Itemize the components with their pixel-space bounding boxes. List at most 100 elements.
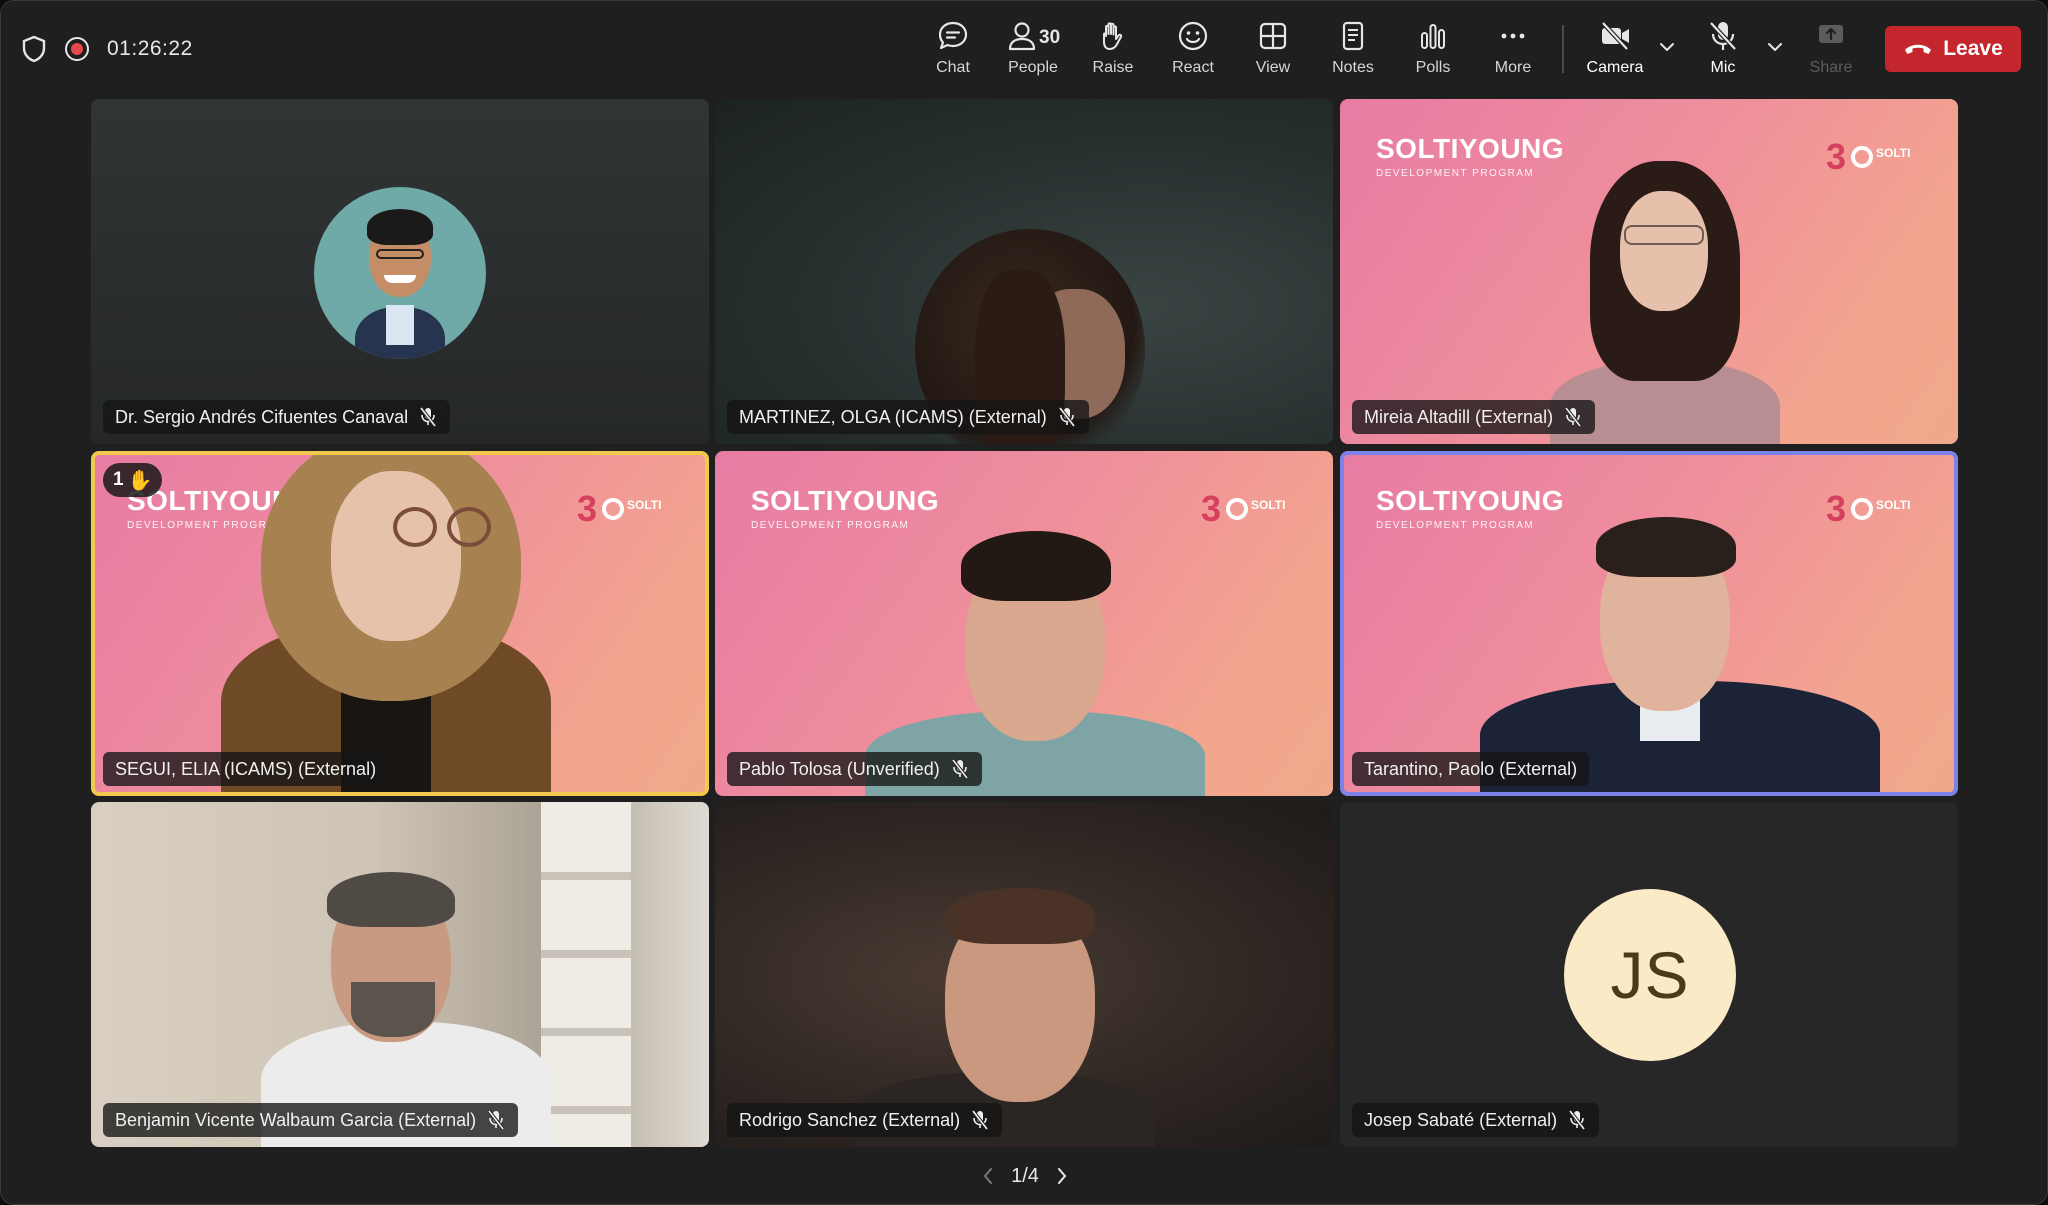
more-label: More bbox=[1494, 59, 1532, 76]
more-dots-icon bbox=[1501, 33, 1525, 39]
raised-hand-count: 1 bbox=[113, 469, 124, 490]
person-icon bbox=[1008, 22, 1036, 51]
participant-name: SEGUI, ELIA (ICAMS) (External) bbox=[115, 758, 377, 779]
soltiyoung-logo: SOLTIYOUNG DEVELOPMENT PROGRAM bbox=[751, 485, 940, 531]
participant-name: MARTINEZ, OLGA (ICAMS) (External) bbox=[739, 406, 1047, 427]
participant-name-tag: Mireia Altadill (External) bbox=[1352, 400, 1596, 434]
chevron-left-icon[interactable] bbox=[981, 1166, 995, 1186]
chat-label: Chat bbox=[936, 59, 970, 76]
raised-hand-icon: ✋ bbox=[127, 469, 153, 492]
share-screen-icon bbox=[1819, 25, 1843, 43]
raise-hand-button[interactable]: Raise bbox=[1075, 19, 1151, 83]
participant-tile[interactable]: SOLTIYOUNG DEVELOPMENT PROGRAM 3 SOLTI M… bbox=[1340, 99, 1958, 444]
hand-icon bbox=[1103, 22, 1123, 50]
participant-name: Dr. Sergio Andrés Cifuentes Canaval bbox=[115, 406, 409, 427]
people-count: 30 bbox=[1039, 27, 1061, 48]
soltiyoung-logo: SOLTIYOUNG DEVELOPMENT PROGRAM bbox=[1376, 133, 1565, 179]
camera-button[interactable]: Camera bbox=[1577, 19, 1653, 83]
solti-30-logo-icon: 3 SOLTI bbox=[577, 488, 661, 529]
svg-text:SOLTI: SOLTI bbox=[1251, 498, 1285, 512]
react-button[interactable]: React bbox=[1155, 19, 1231, 83]
participant-name: Mireia Altadill (External) bbox=[1364, 406, 1554, 427]
meeting-toolbar: 01:26:22 Chat 30 People Raise React View… bbox=[1, 1, 2047, 93]
soltiyoung-logo: SOLTIYOUNG DEVELOPMENT PROGRAM bbox=[1376, 485, 1565, 531]
grid-view-icon bbox=[1259, 22, 1287, 50]
share-button[interactable]: Share bbox=[1793, 19, 1869, 83]
notes-icon bbox=[1342, 21, 1364, 51]
solti-30-logo-icon: 3 SOLTI bbox=[1201, 488, 1285, 529]
svg-text:SOLTI: SOLTI bbox=[1876, 498, 1910, 512]
mic-off-icon bbox=[1709, 21, 1737, 51]
svg-text:SOLTI: SOLTI bbox=[627, 498, 661, 512]
svg-text:3: 3 bbox=[1826, 488, 1846, 529]
shield-icon[interactable] bbox=[21, 35, 47, 63]
participant-name-tag: SEGUI, ELIA (ICAMS) (External) bbox=[103, 752, 389, 786]
leave-button[interactable]: Leave bbox=[1885, 26, 2021, 72]
participant-tile[interactable]: Rodrigo Sanchez (External) bbox=[715, 802, 1333, 1147]
phone-hangup-icon bbox=[1905, 44, 1932, 54]
participant-name: Josep Sabaté (External) bbox=[1364, 1109, 1558, 1130]
chevron-right-icon[interactable] bbox=[1055, 1166, 1069, 1186]
react-label: React bbox=[1172, 59, 1214, 76]
participant-name: Pablo Tolosa (Unverified) bbox=[739, 758, 940, 779]
svg-text:3: 3 bbox=[1201, 488, 1221, 529]
emoji-icon bbox=[1178, 21, 1208, 51]
participant-tile[interactable]: SOLTIYOUNG DEVELOPMENT PROGRAM 3 SOLTI T… bbox=[1340, 451, 1958, 796]
polls-label: Polls bbox=[1415, 59, 1451, 76]
mic-muted-icon bbox=[951, 758, 969, 780]
mic-muted-icon bbox=[1058, 406, 1076, 428]
notes-label: Notes bbox=[1332, 59, 1374, 76]
svg-text:3: 3 bbox=[1826, 136, 1846, 177]
share-label: Share bbox=[1809, 59, 1853, 76]
avatar bbox=[314, 187, 486, 359]
mic-muted-icon bbox=[971, 1109, 989, 1131]
avatar-initials: JS bbox=[1564, 889, 1736, 1061]
polls-button[interactable]: Polls bbox=[1395, 19, 1471, 83]
participant-name-tag: MARTINEZ, OLGA (ICAMS) (External) bbox=[727, 400, 1089, 434]
participant-tile[interactable]: SOLTIYOUNG DEVELOPMENT PROGRAM 3 SOLTI P… bbox=[715, 451, 1333, 796]
participant-name-tag: Benjamin Vicente Walbaum Garcia (Externa… bbox=[103, 1103, 519, 1137]
participant-tile[interactable]: Benjamin Vicente Walbaum Garcia (Externa… bbox=[91, 802, 709, 1147]
mic-muted-icon bbox=[1564, 406, 1582, 428]
participant-tile[interactable]: MARTINEZ, OLGA (ICAMS) (External) bbox=[715, 99, 1333, 444]
recording-indicator-icon bbox=[65, 37, 89, 61]
camera-label: Camera bbox=[1586, 59, 1644, 76]
polls-icon bbox=[1421, 24, 1445, 49]
mic-muted-icon bbox=[419, 406, 437, 428]
view-label: View bbox=[1255, 59, 1291, 76]
camera-options-chevron-icon[interactable] bbox=[1657, 37, 1677, 57]
participant-name: Rodrigo Sanchez (External) bbox=[739, 1109, 961, 1130]
notes-button[interactable]: Notes bbox=[1315, 19, 1391, 83]
toolbar-divider bbox=[1562, 25, 1564, 73]
participant-tile[interactable]: SOLTIYOUNG DEVELOPMENT PROGRAM 3 SOLTI 1… bbox=[91, 451, 709, 796]
camera-off-icon bbox=[1601, 21, 1629, 51]
meeting-window: 01:26:22 Chat 30 People Raise React View… bbox=[0, 0, 2048, 1205]
raised-hand-badge: 1 ✋ bbox=[103, 463, 163, 497]
people-button[interactable]: 30 People bbox=[995, 19, 1071, 83]
chat-button[interactable]: Chat bbox=[915, 19, 991, 83]
mic-button[interactable]: Mic bbox=[1685, 19, 1761, 83]
svg-text:3: 3 bbox=[577, 488, 597, 529]
participant-name-tag: Rodrigo Sanchez (External) bbox=[727, 1103, 1003, 1137]
mic-label: Mic bbox=[1710, 59, 1736, 76]
participant-name: Benjamin Vicente Walbaum Garcia (Externa… bbox=[115, 1109, 477, 1130]
meeting-timer: 01:26:22 bbox=[107, 37, 193, 60]
participant-name-tag: Tarantino, Paolo (External) bbox=[1352, 752, 1590, 786]
mic-muted-icon bbox=[487, 1109, 505, 1131]
gallery-pager: 1/4 bbox=[981, 1161, 1069, 1191]
raise-label: Raise bbox=[1092, 59, 1134, 76]
participant-name: Tarantino, Paolo (External) bbox=[1364, 758, 1578, 779]
participant-tile[interactable]: JS Josep Sabaté (External) bbox=[1340, 802, 1958, 1147]
mic-muted-icon bbox=[1568, 1109, 1586, 1131]
solti-30-logo-icon: 3 SOLTI bbox=[1826, 488, 1910, 529]
view-button[interactable]: View bbox=[1235, 19, 1311, 83]
mic-options-chevron-icon[interactable] bbox=[1765, 37, 1785, 57]
chat-icon bbox=[938, 21, 968, 50]
people-label: People bbox=[1008, 59, 1058, 76]
participant-name-tag: Dr. Sergio Andrés Cifuentes Canaval bbox=[103, 400, 451, 434]
solti-30-logo-icon: 3 SOLTI bbox=[1826, 136, 1910, 177]
more-button[interactable]: More bbox=[1475, 19, 1551, 83]
participant-name-tag: Pablo Tolosa (Unverified) bbox=[727, 752, 982, 786]
participant-tile[interactable]: Dr. Sergio Andrés Cifuentes Canaval bbox=[91, 99, 709, 444]
participant-name-tag: Josep Sabaté (External) bbox=[1352, 1103, 1600, 1137]
